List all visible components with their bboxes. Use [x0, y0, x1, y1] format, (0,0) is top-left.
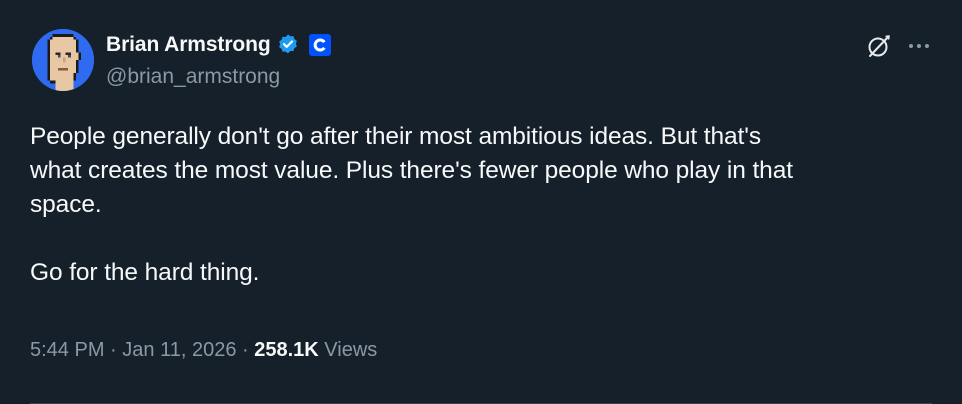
tweet-time[interactable]: 5:44 PM	[30, 339, 104, 362]
more-options-icon[interactable]	[906, 34, 932, 58]
coinbase-affiliate-icon[interactable]	[308, 34, 331, 56]
views-count[interactable]: 258.1K	[254, 339, 319, 362]
grok-icon[interactable]	[866, 33, 892, 59]
author-avatar[interactable]	[32, 29, 94, 91]
pixel-punk-avatar-icon	[32, 29, 94, 91]
author-handle[interactable]: @brian_armstrong	[106, 65, 280, 89]
meta-separator: ·	[104, 339, 123, 361]
tweet-date[interactable]: Jan 11, 2026	[122, 339, 236, 362]
author-name-row: Brian Armstrong	[106, 31, 331, 59]
meta-separator: ·	[236, 339, 255, 361]
author-display-name[interactable]: Brian Armstrong	[106, 33, 271, 57]
verified-badge-icon[interactable]	[276, 33, 300, 57]
tweet-text: People generally don't go after their mo…	[30, 123, 793, 286]
tweet-metadata: 5:44 PM · Jan 11, 2026 · 258.1K Views	[30, 339, 377, 362]
tweet-card: Brian Armstrong @brian_armstrong People …	[0, 0, 962, 404]
views-label: Views	[318, 339, 378, 361]
